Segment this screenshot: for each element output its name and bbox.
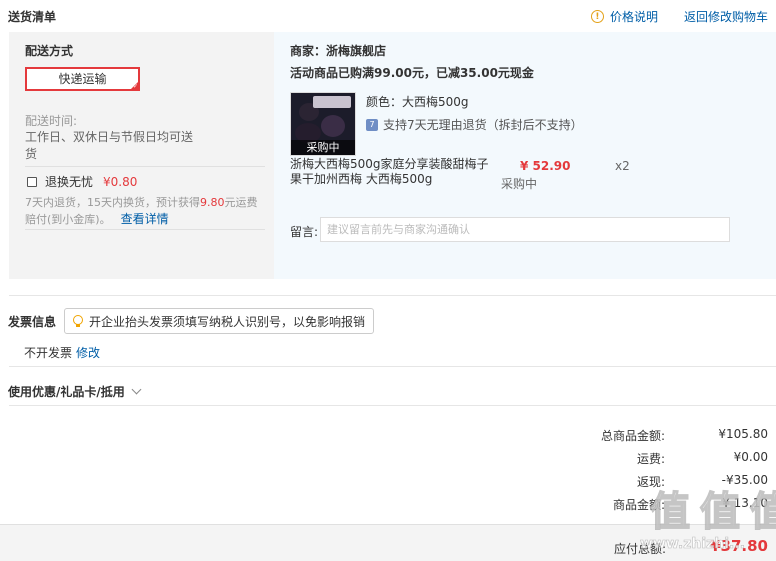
plum-shape (321, 115, 345, 137)
summary-row: 总商品金额: ¥105.80 (560, 427, 768, 444)
swap-desc-amount: 9.80 (200, 196, 225, 209)
header-actions: ! 价格说明 返回修改购物车 (590, 8, 768, 25)
swap-service-description: 7天内退货，15天内换货，预计获得9.80元运费赔付(到小金库)。 查看详情 (25, 194, 265, 228)
summary-row: 返现: -¥35.00 (560, 473, 768, 490)
product-thumbnail[interactable]: 采购中 (290, 92, 356, 156)
back-to-cart-link[interactable]: 返回修改购物车 (684, 8, 768, 25)
invoice-tip-text: 开企业抬头发票须填写纳税人识别号，以免影响报销 (89, 314, 366, 329)
price-note-link[interactable]: 价格说明 (610, 8, 658, 25)
shipping-mode-label: 配送方式 (25, 44, 74, 58)
swap-service-price: ¥0.80 (103, 174, 138, 189)
coupon-label: 使用优惠/礼品卡/抵用 (8, 385, 125, 399)
summary-value: ¥105.80 (718, 427, 768, 441)
payable-amount: ¥37.80 (710, 537, 768, 555)
payment-footer: 应付总额: ¥37.80 (0, 524, 776, 561)
divider (9, 405, 776, 406)
divider (25, 166, 265, 167)
promo-text: 活动商品已购满99.00元，已减35.00元现金 (290, 66, 534, 80)
swap-service-checkbox[interactable] (27, 176, 37, 187)
swap-desc-pre: 7天内退货，15天内换货，预计获得 (25, 196, 200, 209)
summary-label: 运费: (636, 452, 665, 466)
summary-label: 总商品金额: (600, 429, 665, 443)
delivery-time-label: 配送时间: (25, 114, 78, 128)
divider (9, 295, 776, 296)
coupon-toggle[interactable]: 使用优惠/礼品卡/抵用 (8, 383, 142, 400)
return-policy-icon: 7 (366, 118, 378, 131)
invoice-edit-link[interactable]: 修改 (76, 346, 100, 360)
stock-status: 采购中 (501, 177, 538, 191)
summary-label: 返现: (636, 475, 665, 489)
section-title: 送货清单 (8, 10, 57, 24)
check-icon: ✓ (132, 83, 138, 90)
summary-value: ¥0.00 (733, 450, 768, 464)
product-price: ¥ 52.90 (520, 159, 571, 173)
swap-service-label: 退换无忧 (45, 175, 94, 189)
return-policy-text: 支持7天无理由退货（拆封后不支持） (383, 118, 583, 132)
shipping-options: 配送方式 快递运输 ✓ 配送时间: 工作日、双休日与节假日均可送货 退换无忧 ¥… (9, 32, 274, 279)
swap-detail-link[interactable]: 查看详情 (121, 212, 169, 226)
shipping-mode-button[interactable]: 快递运输 ✓ (25, 67, 140, 91)
divider (9, 366, 776, 367)
lightbulb-icon (73, 315, 83, 327)
payable-label: 应付总额: (614, 542, 667, 556)
summary-value: ¥ 13.10 (722, 496, 768, 510)
summary-row: 运费: ¥0.00 (560, 450, 768, 467)
package-label (313, 96, 351, 108)
chevron-down-icon (131, 384, 142, 395)
memo-input[interactable] (320, 217, 730, 242)
summary-row: 商品金额: ¥ 13.10 (560, 496, 768, 513)
section-header: 送货清单 ! 价格说明 返回修改购物车 (0, 0, 776, 32)
invoice-tip: 开企业抬头发票须填写纳税人识别号，以免影响报销 (64, 308, 375, 334)
invoice-type: 不开发票 (24, 346, 73, 360)
shipping-block: 配送方式 快递运输 ✓ 配送时间: 工作日、双休日与节假日均可送货 退换无忧 ¥… (9, 32, 776, 279)
swap-service-row: 退换无忧 ¥0.80 (27, 173, 137, 190)
shop-name: 商家：浙梅旗舰店 (290, 44, 387, 58)
shipping-mode-value: 快递运输 (58, 72, 107, 86)
product-name[interactable]: 浙梅大西梅500g家庭分享装酸甜梅子果干加州西梅 大西梅500g (290, 157, 492, 187)
product-attribute: 颜色：大西梅500g (366, 95, 469, 109)
order-items-panel: 商家：浙梅旗舰店 活动商品已购满99.00元，已减35.00元现金 采购中 颜色… (274, 32, 776, 279)
invoice-value: 不开发票 修改 (24, 344, 100, 361)
delivery-time-value: 工作日、双休日与节假日均可送货 (25, 130, 194, 161)
invoice-title: 发票信息 (8, 315, 57, 329)
summary-value: -¥35.00 (721, 473, 768, 487)
return-policy: 7 支持7天无理由退货（拆封后不支持） (366, 116, 583, 133)
product-quantity: x2 (615, 159, 630, 173)
info-icon[interactable]: ! (590, 10, 604, 23)
summary-label: 商品金额: (612, 498, 665, 512)
memo-label: 留言: (290, 225, 319, 239)
divider (25, 229, 265, 230)
thumbnail-status-bar: 采购中 (291, 140, 355, 155)
